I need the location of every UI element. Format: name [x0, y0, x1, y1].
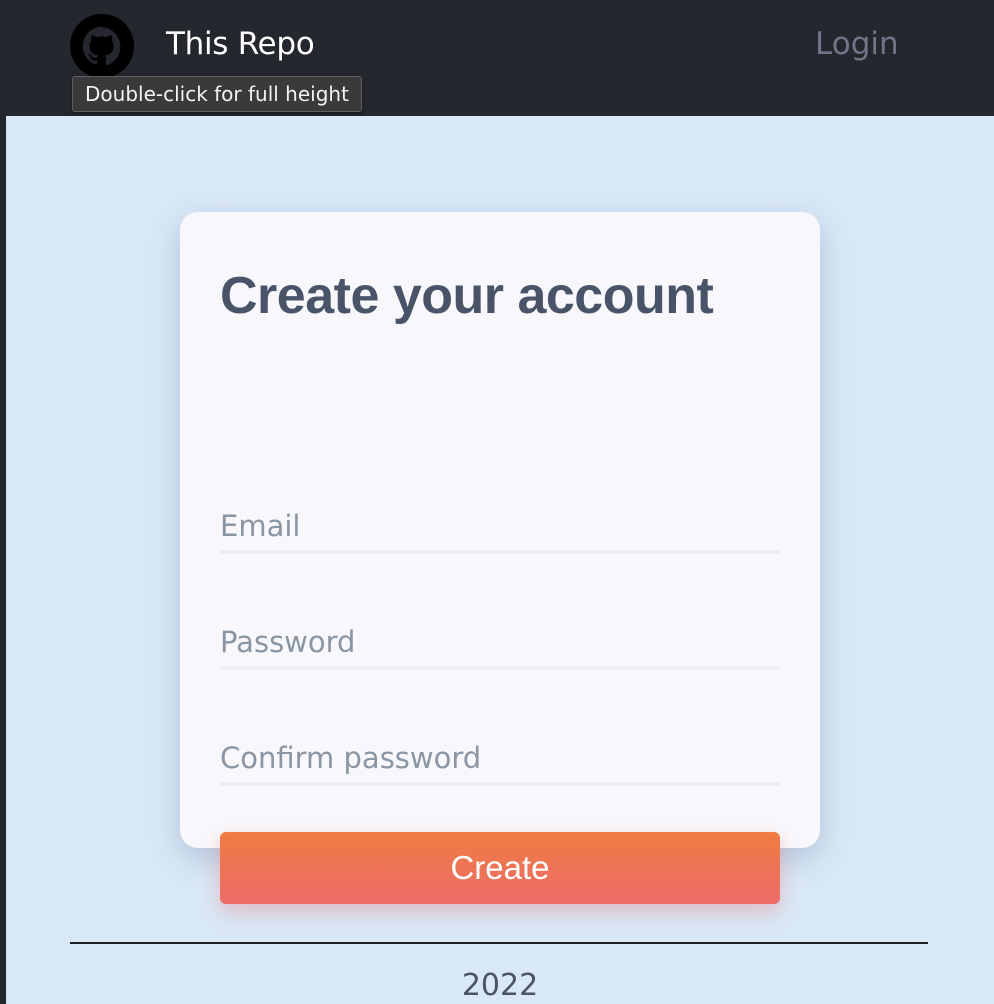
footer-divider — [70, 942, 928, 944]
tooltip: Double-click for full height — [72, 76, 362, 112]
confirm-password-field[interactable] — [220, 734, 780, 786]
main-content: Create your account Create 2022 — [6, 116, 994, 1004]
footer-year: 2022 — [461, 968, 539, 1003]
github-icon[interactable] — [70, 14, 134, 78]
top-navbar: This Repo Login Double-click for full he… — [0, 0, 994, 116]
page-title: Create your account — [220, 267, 714, 325]
signup-card: Create your account Create — [180, 212, 820, 904]
create-button[interactable]: Create — [220, 832, 780, 904]
email-field[interactable] — [220, 502, 780, 554]
password-field[interactable] — [220, 618, 780, 670]
github-logo-svg — [70, 14, 134, 78]
repo-title[interactable]: This Repo — [166, 26, 315, 62]
login-link[interactable]: Login — [815, 26, 899, 62]
